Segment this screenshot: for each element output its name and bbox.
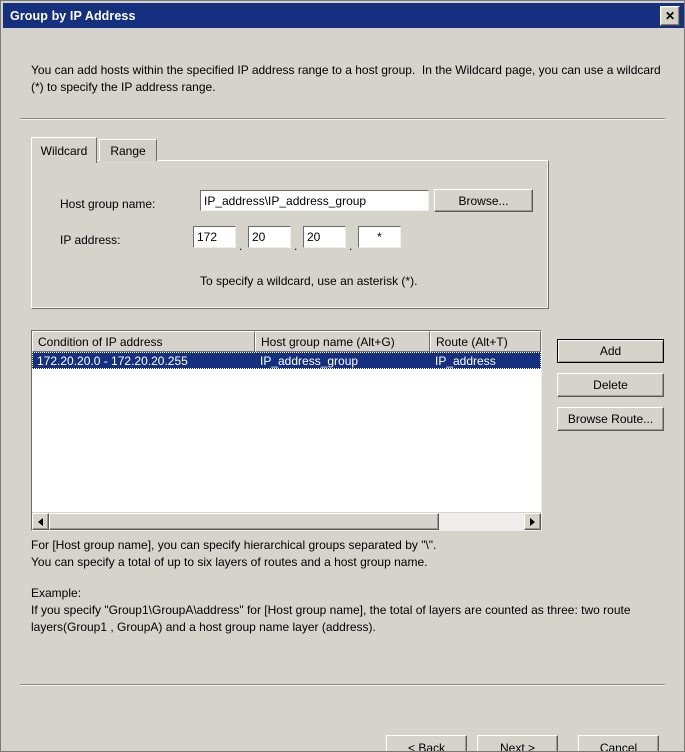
list-rows: 172.20.20.0 - 172.20.20.255 IP_address_g… xyxy=(32,352,541,512)
wildcard-tab-panel: Host group name: IP_address\IP_address_g… xyxy=(31,160,549,309)
wildcard-hint-text: To specify a wildcard, use an asterisk (… xyxy=(200,274,418,288)
browse-button[interactable]: Browse... xyxy=(434,189,533,212)
ip-octet-2-input[interactable]: 20 xyxy=(248,226,291,248)
horizontal-scrollbar[interactable] xyxy=(32,512,541,530)
next-button[interactable]: Next > xyxy=(477,735,558,751)
host-group-name-input[interactable]: IP_address\IP_address_group xyxy=(200,190,429,211)
close-icon[interactable]: ✕ xyxy=(660,6,680,26)
ip-separator-1: . xyxy=(239,239,243,253)
wildcard-tab-panel-inner: Host group name: IP_address\IP_address_g… xyxy=(32,161,548,308)
column-header-route[interactable]: Route (Alt+T) xyxy=(430,331,541,352)
title-bar: Group by IP Address ✕ xyxy=(3,3,684,28)
help-text-example: Example: If you specify "Group1\GroupA\a… xyxy=(31,586,631,634)
ip-address-label: IP address: xyxy=(60,233,121,247)
arrow-left-icon[interactable] xyxy=(32,513,49,530)
scrollbar-thumb[interactable] xyxy=(49,513,439,530)
intro-description: You can add hosts within the specified I… xyxy=(31,63,665,94)
scrollbar-track[interactable] xyxy=(49,513,524,530)
top-separator xyxy=(20,118,665,120)
dialog-body: You can add hosts within the specified I… xyxy=(1,30,684,751)
back-button[interactable]: < Back xyxy=(386,735,467,751)
delete-button[interactable]: Delete xyxy=(557,373,664,397)
help-text-hierarchy: For [Host group name], you can specify h… xyxy=(31,538,437,569)
list-header: Condition of IP address Host group name … xyxy=(32,331,541,352)
ip-octet-3-input[interactable]: 20 xyxy=(303,226,346,248)
window-title: Group by IP Address xyxy=(10,8,136,23)
cell-route: IP_address xyxy=(435,353,496,368)
cell-condition: 172.20.20.0 - 172.20.20.255 xyxy=(37,353,188,368)
ip-separator-2: . xyxy=(294,239,298,253)
arrow-right-icon[interactable] xyxy=(524,513,541,530)
cell-host-group-name: IP_address_group xyxy=(260,353,359,368)
ip-octet-1-input[interactable]: 172 xyxy=(193,226,236,248)
ip-condition-list: Condition of IP address Host group name … xyxy=(31,330,542,531)
cancel-button[interactable]: Cancel xyxy=(578,735,659,751)
group-by-ip-address-dialog: Group by IP Address ✕ You can add hosts … xyxy=(0,0,685,752)
tab-wildcard[interactable]: Wildcard xyxy=(31,137,97,163)
column-header-condition[interactable]: Condition of IP address xyxy=(32,331,255,352)
host-group-name-label: Host group name: xyxy=(60,197,156,211)
bottom-separator xyxy=(20,684,665,686)
add-button[interactable]: Add xyxy=(557,339,664,363)
browse-route-button[interactable]: Browse Route... xyxy=(557,407,664,431)
column-header-host-group-name[interactable]: Host group name (Alt+G) xyxy=(255,331,430,352)
ip-octet-4-input[interactable]: * xyxy=(358,226,401,248)
tab-range[interactable]: Range xyxy=(99,139,157,161)
table-row[interactable]: 172.20.20.0 - 172.20.20.255 IP_address_g… xyxy=(32,352,541,369)
ip-separator-3: . xyxy=(349,239,353,253)
